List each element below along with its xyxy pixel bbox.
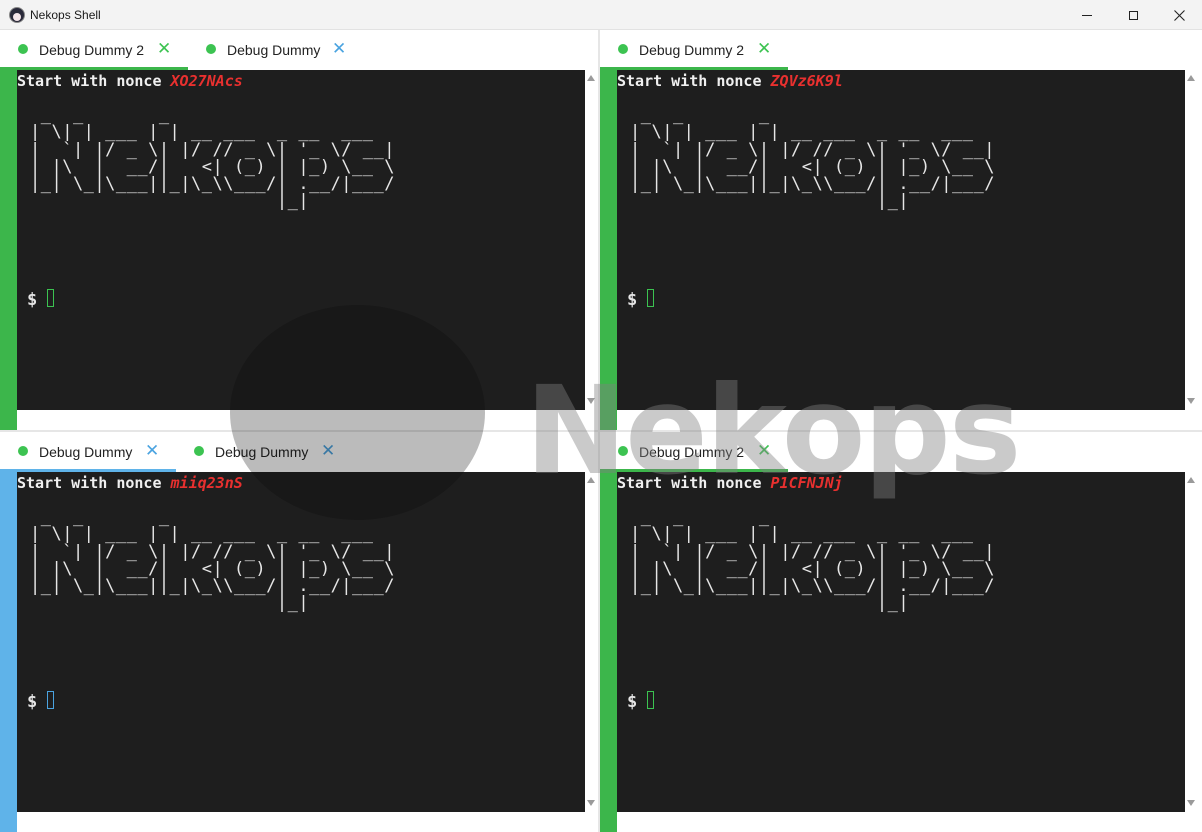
nonce-value: miiq23nS: [170, 474, 243, 492]
status-dot-icon: [206, 44, 216, 54]
tab-debug-dummy[interactable]: Debug Dummy ✕: [0, 432, 176, 472]
scroll-down-icon[interactable]: [587, 398, 595, 404]
tab-debug-dummy-2[interactable]: Debug Dummy 2 ✕: [600, 432, 788, 472]
status-dot-icon: [618, 446, 628, 456]
tab-label: Debug Dummy 2: [639, 444, 745, 460]
terminal-scrollbar[interactable]: [1185, 472, 1198, 812]
tab-close-icon[interactable]: ✕: [145, 442, 159, 460]
tab-label: Debug Dummy: [215, 444, 309, 460]
tab-debug-dummy[interactable]: Debug Dummy ✕: [188, 30, 358, 70]
tab-close-icon[interactable]: ✕: [157, 40, 171, 58]
nonce-line: Start with nonce miiq23nS: [17, 474, 243, 492]
tab-close-icon[interactable]: ✕: [757, 40, 771, 58]
nonce-line: Start with nonce P1CFNJNj: [617, 474, 843, 492]
scroll-up-icon[interactable]: [1187, 477, 1195, 483]
tab-label: Debug Dummy: [227, 42, 321, 58]
scroll-up-icon[interactable]: [587, 477, 595, 483]
nekops-ascii-logo: _ _ _ | \| | ___ | | __ ___ _ __ ___ | `…: [30, 105, 395, 212]
shell-prompt: $: [27, 692, 38, 712]
status-dot-icon: [18, 446, 28, 456]
terminal-scrollbar[interactable]: [585, 70, 598, 410]
tab-debug-dummy-2[interactable]: Debug Dummy 2 ✕: [0, 30, 188, 70]
shell-prompt: $: [627, 692, 638, 712]
title-bar: Nekops Shell: [0, 0, 1202, 30]
nonce-line: Start with nonce ZQVz6K9l: [617, 72, 843, 90]
tab-bar: Debug Dummy ✕ Debug Dummy ✕: [0, 432, 598, 472]
terminal-cursor: [47, 691, 54, 709]
window-title: Nekops Shell: [30, 8, 101, 22]
scroll-down-icon[interactable]: [587, 800, 595, 806]
tab-label: Debug Dummy: [39, 444, 133, 460]
tab-label: Debug Dummy 2: [39, 42, 145, 58]
nonce-value: ZQVz6K9l: [770, 72, 843, 90]
terminal-screen[interactable]: Start with nonce P1CFNJNj _ _ _ | \| | _…: [617, 472, 1185, 812]
terminal-screen[interactable]: Start with nonce ZQVz6K9l _ _ _ | \| | _…: [617, 70, 1185, 410]
terminal-scrollbar[interactable]: [585, 472, 598, 812]
focus-indicator-bar: [0, 472, 17, 832]
focus-indicator-bar: [0, 70, 17, 430]
horizontal-splitter[interactable]: [0, 430, 1202, 432]
scroll-up-icon[interactable]: [1187, 75, 1195, 81]
tab-close-icon[interactable]: ✕: [332, 40, 346, 58]
tab-bar: Debug Dummy 2 ✕ Debug Dummy ✕: [0, 30, 598, 70]
nekops-ascii-logo: _ _ _ | \| | ___ | | __ ___ _ __ ___ | `…: [630, 507, 995, 614]
tab-close-icon[interactable]: ✕: [321, 442, 335, 460]
terminal-cursor: [647, 691, 654, 709]
shell-prompt: $: [27, 290, 38, 310]
terminal-cursor: [47, 289, 54, 307]
maximize-button[interactable]: [1110, 0, 1156, 30]
scroll-down-icon[interactable]: [1187, 800, 1195, 806]
tab-bar: Debug Dummy 2 ✕: [600, 432, 1198, 472]
nonce-line: Start with nonce XO27NAcs: [17, 72, 243, 90]
scroll-down-icon[interactable]: [1187, 398, 1195, 404]
focus-indicator-bar: [600, 472, 617, 832]
scroll-up-icon[interactable]: [587, 75, 595, 81]
nonce-value: P1CFNJNj: [770, 474, 843, 492]
close-window-button[interactable]: [1156, 0, 1202, 30]
terminal-pane-top-right: Debug Dummy 2 ✕ Start with nonce ZQVz6K9…: [600, 30, 1198, 430]
tab-debug-dummy[interactable]: Debug Dummy ✕: [176, 432, 346, 472]
nonce-value: XO27NAcs: [170, 72, 243, 90]
focus-indicator-bar: [600, 70, 617, 430]
terminal-scrollbar[interactable]: [1185, 70, 1198, 410]
tab-bar: Debug Dummy 2 ✕: [600, 30, 1198, 70]
tab-close-icon[interactable]: ✕: [757, 442, 771, 460]
terminal-screen[interactable]: Start with nonce miiq23nS _ _ _ | \| | _…: [17, 472, 585, 812]
nekops-ascii-logo: _ _ _ | \| | ___ | | __ ___ _ __ ___ | `…: [630, 105, 995, 212]
terminal-pane-top-left: Debug Dummy 2 ✕ Debug Dummy ✕ Start with…: [0, 30, 598, 430]
shell-prompt: $: [627, 290, 638, 310]
terminal-screen[interactable]: Start with nonce XO27NAcs _ _ _ | \| | _…: [17, 70, 585, 410]
terminal-pane-bottom-left: Debug Dummy ✕ Debug Dummy ✕ Start with n…: [0, 432, 598, 832]
minimize-icon: [1082, 14, 1092, 16]
tab-label: Debug Dummy 2: [639, 42, 745, 58]
close-icon: [1173, 9, 1185, 21]
terminal-pane-bottom-right: Debug Dummy 2 ✕ Start with nonce P1CFNJN…: [600, 432, 1198, 832]
app-logo-icon: [9, 7, 25, 23]
status-dot-icon: [194, 446, 204, 456]
nekops-ascii-logo: _ _ _ | \| | ___ | | __ ___ _ __ ___ | `…: [30, 507, 395, 614]
minimize-button[interactable]: [1064, 0, 1110, 30]
maximize-icon: [1128, 10, 1138, 20]
terminal-cursor: [647, 289, 654, 307]
status-dot-icon: [618, 44, 628, 54]
status-dot-icon: [18, 44, 28, 54]
tab-debug-dummy-2[interactable]: Debug Dummy 2 ✕: [600, 30, 788, 70]
